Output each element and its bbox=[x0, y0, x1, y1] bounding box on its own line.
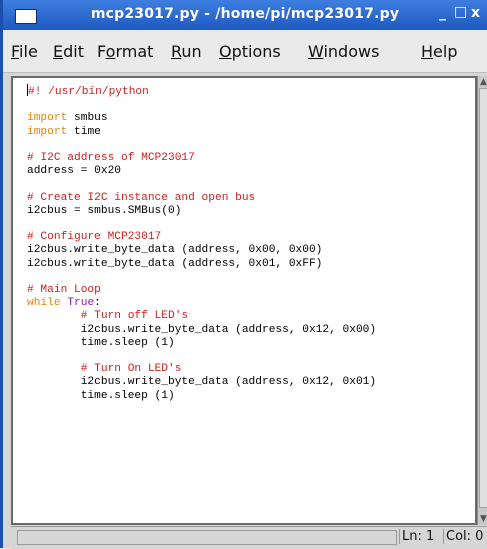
scroll-down-arrow-icon[interactable]: ▼ bbox=[478, 513, 487, 525]
status-column-number: Col: 0 bbox=[443, 529, 485, 544]
menu-windows[interactable]: Windows bbox=[308, 42, 379, 61]
code-line-1: #! /usr/bin/python bbox=[28, 86, 149, 98]
code-line-19: i2cbus.write_byte_data (address, 0x12, 0… bbox=[27, 323, 377, 336]
menu-format[interactable]: Format bbox=[97, 42, 153, 61]
code-line-18: # Turn off LED's bbox=[27, 310, 189, 323]
menu-options-label: ptions bbox=[231, 42, 281, 61]
scroll-thumb[interactable] bbox=[479, 88, 487, 508]
window-title: mcp23017.py - /home/pi/mcp23017.py bbox=[90, 6, 400, 22]
minimize-button[interactable]: _ bbox=[439, 5, 446, 21]
menu-help-mnemonic: H bbox=[421, 42, 434, 61]
menu-run-mnemonic: R bbox=[171, 42, 182, 61]
code-keyword-while: while bbox=[27, 297, 61, 310]
code-line-22: # Turn On LED's bbox=[27, 363, 182, 376]
menu-edit-label: dit bbox=[63, 42, 84, 61]
status-message-area bbox=[17, 530, 397, 545]
code-builtin-true: True bbox=[67, 297, 95, 310]
menu-windows-label: indows bbox=[323, 42, 380, 61]
code-line-14: i2cbus.write_byte_data (address, 0x01, 0… bbox=[27, 257, 323, 270]
title-bar[interactable]: mcp23017.py - /home/pi/mcp23017.py _ □ x bbox=[3, 0, 487, 30]
code-line-16: # Main Loop bbox=[27, 284, 101, 297]
code-editor[interactable]: #! /usr/bin/python import smbus import t… bbox=[11, 76, 477, 525]
scroll-up-arrow-icon[interactable]: ▲ bbox=[478, 76, 487, 88]
code-line-4: time bbox=[67, 125, 101, 138]
code-line-24: time.sleep (1) bbox=[27, 389, 175, 402]
status-line-number: Ln: 1 bbox=[399, 529, 436, 544]
code-line-23: i2cbus.write_byte_data (address, 0x12, 0… bbox=[27, 376, 377, 389]
menu-edit[interactable]: Edit bbox=[53, 42, 84, 61]
code-line-6: # I2C address of MCP23017 bbox=[27, 152, 195, 165]
code-keyword-import: import bbox=[27, 112, 68, 125]
code-line-13: i2cbus.write_byte_data (address, 0x00, 0… bbox=[27, 244, 323, 257]
idle-editor-window: mcp23017.py - /home/pi/mcp23017.py _ □ x… bbox=[0, 0, 487, 549]
menu-windows-mnemonic: W bbox=[308, 42, 324, 61]
code-line-20: time.sleep (1) bbox=[27, 336, 175, 349]
menu-format-label-pre: F bbox=[97, 42, 106, 61]
menu-bar: File Edit Format Run Options Windows Hel… bbox=[3, 30, 487, 73]
code-line-17-colon: : bbox=[94, 297, 101, 310]
menu-file-mnemonic: F bbox=[11, 42, 20, 61]
maximize-button[interactable]: □ bbox=[454, 4, 467, 20]
vertical-scrollbar[interactable]: ▲ ▼ bbox=[477, 76, 487, 525]
menu-file-label: ile bbox=[19, 42, 38, 61]
code-line-12: # Configure MCP23017 bbox=[27, 231, 162, 244]
menu-help-label: elp bbox=[433, 42, 458, 61]
menu-edit-mnemonic: E bbox=[53, 42, 64, 61]
menu-options[interactable]: Options bbox=[219, 42, 281, 61]
code-line-3: smbus bbox=[67, 112, 108, 125]
menu-format-mnemonic: o bbox=[105, 42, 116, 61]
code-line-10: i2cbus = smbus.SMBus(0) bbox=[27, 204, 182, 217]
close-button[interactable]: x bbox=[471, 5, 480, 21]
menu-options-mnemonic: O bbox=[219, 42, 232, 61]
menu-file[interactable]: File bbox=[11, 42, 38, 61]
code-text[interactable]: #! /usr/bin/python import smbus import t… bbox=[27, 84, 376, 403]
code-line-9: # Create I2C instance and open bus bbox=[27, 191, 256, 204]
menu-format-label: rmat bbox=[115, 42, 154, 61]
menu-help[interactable]: Help bbox=[421, 42, 457, 61]
status-bar: Ln: 1 Col: 0 bbox=[11, 526, 487, 549]
menu-run-label: un bbox=[181, 42, 202, 61]
code-line-7: address = 0x20 bbox=[27, 165, 121, 178]
code-keyword-import: import bbox=[27, 125, 68, 138]
menu-run[interactable]: Run bbox=[171, 42, 202, 61]
